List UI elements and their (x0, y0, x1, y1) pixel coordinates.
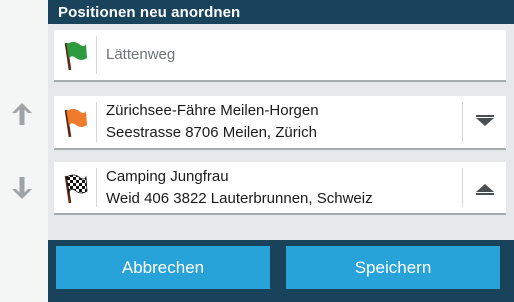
stop-text: Camping Jungfrau Weid 406 3822 Lauterbru… (106, 162, 456, 213)
cancel-button[interactable]: Abbrechen (56, 246, 270, 289)
separator (96, 168, 97, 207)
move-up-icon (475, 183, 494, 195)
stop-text: Lättenweg (106, 30, 456, 80)
move-up-button[interactable] (463, 162, 506, 213)
page-title: Positionen neu anordnen (58, 4, 241, 21)
stop-address: Weid 406 3822 Lauterbrunnen, Schweiz (106, 189, 373, 207)
stops-list: Lättenweg Zürichsee-Fähre Meilen-Horgen … (48, 24, 514, 240)
stop-name: Zürichsee-Fähre Meilen-Horgen (106, 102, 319, 119)
green-flag-icon (54, 30, 96, 80)
arrow-down-icon[interactable] (8, 174, 36, 202)
stop-text: Zürichsee-Fähre Meilen-Horgen Seestrasse… (106, 96, 456, 148)
stop-name: Camping Jungfrau (106, 167, 229, 185)
separator (96, 102, 97, 142)
move-down-icon (475, 115, 494, 126)
arrow-up-icon[interactable] (8, 100, 36, 128)
list-item-destination[interactable]: Camping Jungfrau Weid 406 3822 Lauterbru… (54, 162, 506, 213)
orange-flag-icon (54, 96, 96, 148)
reorder-panel: Positionen neu anordnen Lättenweg Zürich… (48, 0, 514, 302)
move-down-button[interactable] (463, 96, 506, 148)
list-item-waypoint[interactable]: Zürichsee-Fähre Meilen-Horgen Seestrasse… (54, 96, 506, 148)
stop-name: Lättenweg (106, 46, 176, 63)
save-button[interactable]: Speichern (286, 246, 500, 289)
checkered-flag-icon (54, 162, 96, 213)
stop-address: Seestrasse 8706 Meilen, Zürich (106, 124, 317, 141)
left-rail (0, 0, 49, 302)
separator (96, 36, 97, 74)
list-item-start[interactable]: Lättenweg (54, 30, 506, 80)
